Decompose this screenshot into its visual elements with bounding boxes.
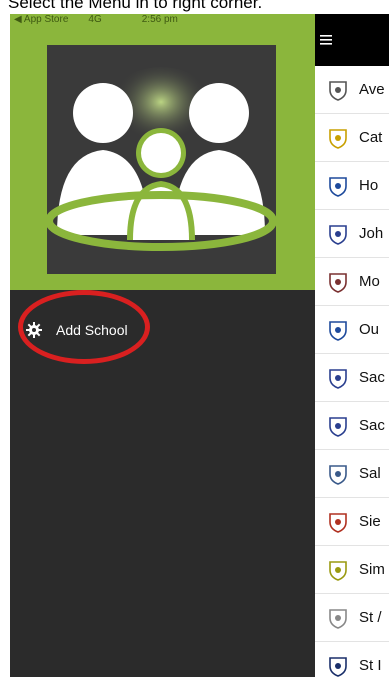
school-name: Joh xyxy=(359,225,384,242)
school-list-item[interactable]: Cat xyxy=(315,114,389,162)
school-name: St I xyxy=(359,657,382,674)
caption-text: Select the Menu in to right corner. xyxy=(8,0,263,12)
school-list-item[interactable]: Mo xyxy=(315,258,389,306)
instruction-caption: Select the Menu in to right corner. xyxy=(0,0,389,14)
school-list-item[interactable]: St / xyxy=(315,594,389,642)
school-list-item[interactable]: Sie xyxy=(315,498,389,546)
school-list-item[interactable]: Sac xyxy=(315,354,389,402)
add-school-menu-item[interactable]: Add School xyxy=(10,309,315,351)
gear-icon xyxy=(26,322,42,338)
school-list-item[interactable]: Ou xyxy=(315,306,389,354)
school-name: Mo xyxy=(359,273,380,290)
school-crest-icon xyxy=(329,224,347,245)
school-list-item[interactable]: Sal xyxy=(315,450,389,498)
people-group-icon xyxy=(45,45,277,274)
school-name: Sac xyxy=(359,369,385,386)
status-bar: ◀ App Store 4G 2:56 pm xyxy=(10,14,315,26)
school-crest-icon xyxy=(329,416,347,437)
add-school-label: Add School xyxy=(56,322,128,338)
school-crest-icon xyxy=(329,176,347,197)
school-name: St / xyxy=(359,609,382,626)
school-name: Ou xyxy=(359,321,380,338)
school-name: Sac xyxy=(359,417,385,434)
hamburger-icon[interactable] xyxy=(320,34,334,46)
school-name: Sal xyxy=(359,465,381,482)
school-name: Ho xyxy=(359,177,379,194)
school-crest-icon xyxy=(329,464,347,485)
school-name: Ave xyxy=(359,81,385,98)
drawer-header xyxy=(10,26,315,290)
list-header xyxy=(315,14,389,66)
school-crest-icon xyxy=(329,608,347,629)
back-to-app-store[interactable]: ◀ App Store xyxy=(14,14,68,26)
network-indicator: 4G xyxy=(88,14,102,25)
school-crest-icon xyxy=(329,320,347,341)
school-list-panel: Ave Cat Ho Joh Mo Ou Sac Sac Sal Sie Sim St / St I xyxy=(315,14,389,677)
school-list-item[interactable]: Sac xyxy=(315,402,389,450)
school-crest-icon xyxy=(329,128,347,149)
school-crest-icon xyxy=(329,368,347,389)
school-list-item[interactable]: Sim xyxy=(315,546,389,594)
school-list-item[interactable]: Joh xyxy=(315,210,389,258)
school-name: Cat xyxy=(359,129,383,146)
school-crest-icon xyxy=(329,656,347,677)
school-name: Sim xyxy=(359,561,385,578)
navigation-drawer: Add School xyxy=(10,26,315,677)
clock: 2:56 pm xyxy=(141,14,178,25)
school-list-item[interactable]: St I xyxy=(315,642,389,677)
app-logo xyxy=(45,45,277,274)
school-list-item[interactable]: Ave xyxy=(315,66,389,114)
school-crest-icon xyxy=(329,272,347,293)
school-name: Sie xyxy=(359,513,381,530)
school-list-item[interactable]: Ho xyxy=(315,162,389,210)
school-crest-icon xyxy=(329,560,347,581)
school-crest-icon xyxy=(329,80,347,101)
school-crest-icon xyxy=(329,512,347,533)
